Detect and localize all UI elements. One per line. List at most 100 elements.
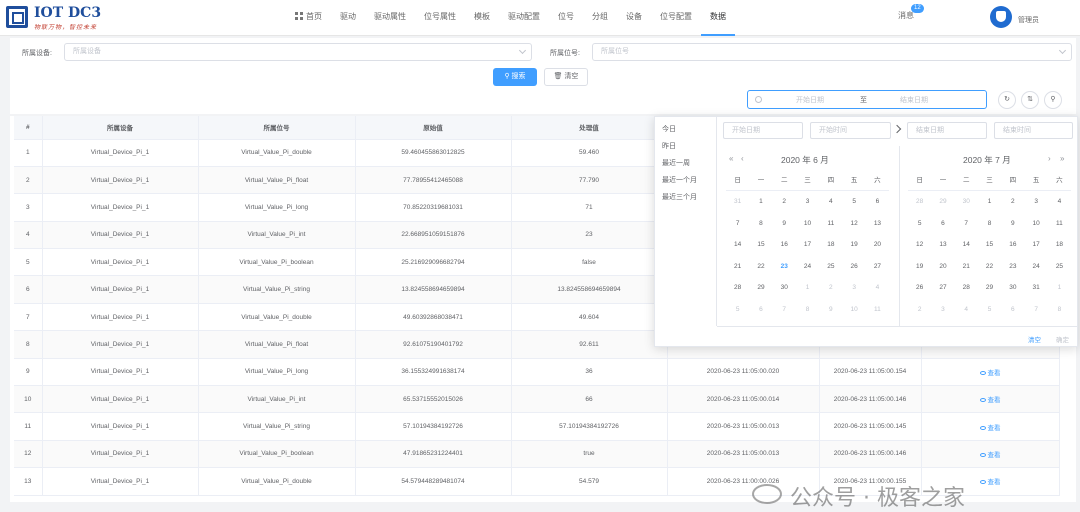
calendar-day[interactable]: 3: [842, 277, 865, 299]
nav-item-6[interactable]: 位号: [549, 0, 583, 36]
calendar-day[interactable]: 15: [978, 234, 1001, 256]
calendar-day[interactable]: 30: [773, 277, 796, 299]
point-select[interactable]: 所属位号: [592, 43, 1072, 61]
sort-button[interactable]: ⇅: [1021, 91, 1039, 109]
calendar-day[interactable]: 31: [1024, 277, 1047, 299]
calendar-day[interactable]: 29: [931, 191, 954, 213]
calendar-day[interactable]: 20: [866, 234, 889, 256]
start-date-input[interactable]: 开始日期: [723, 122, 803, 139]
calendar-day[interactable]: 14: [726, 234, 749, 256]
nav-item-9[interactable]: 位号配置: [651, 0, 701, 36]
calendar-day[interactable]: 2: [908, 299, 931, 321]
calendar-day[interactable]: 11: [866, 299, 889, 321]
prev-month-button[interactable]: ‹: [741, 154, 744, 163]
calendar-day[interactable]: 12: [842, 213, 865, 235]
calendar-day[interactable]: 1: [1048, 277, 1071, 299]
calendar-day[interactable]: 8: [1048, 299, 1071, 321]
table-cell[interactable]: 查看: [921, 385, 1060, 414]
calendar-day[interactable]: 3: [796, 191, 819, 213]
calendar-day[interactable]: 7: [955, 213, 978, 235]
calendar-day[interactable]: 5: [842, 191, 865, 213]
start-time-input[interactable]: 开始时间: [810, 122, 891, 139]
calendar-day[interactable]: 6: [931, 213, 954, 235]
calendar-day[interactable]: 21: [955, 256, 978, 278]
calendar-day[interactable]: 18: [819, 234, 842, 256]
calendar-day[interactable]: 28: [955, 277, 978, 299]
calendar-day[interactable]: 2: [773, 191, 796, 213]
next-year-button[interactable]: »: [1060, 154, 1064, 163]
calendar-day[interactable]: 6: [1001, 299, 1024, 321]
next-month-button[interactable]: ›: [1048, 154, 1051, 163]
calendar-day[interactable]: 9: [773, 213, 796, 235]
calendar-day[interactable]: 9: [1001, 213, 1024, 235]
calendar-day[interactable]: 6: [749, 299, 772, 321]
nav-item-0[interactable]: 首页: [286, 0, 331, 36]
calendar-day[interactable]: 5: [978, 299, 1001, 321]
picker-shortcut[interactable]: 昨日: [655, 138, 716, 155]
view-link[interactable]: 查看: [979, 452, 1001, 459]
device-select[interactable]: 所属设备: [64, 43, 532, 61]
calendar-day[interactable]: 24: [796, 256, 819, 278]
table-cell[interactable]: 查看: [921, 412, 1060, 441]
calendar-day[interactable]: 19: [842, 234, 865, 256]
user-avatar[interactable]: [990, 6, 1012, 28]
nav-item-4[interactable]: 模板: [465, 0, 499, 36]
clear-button[interactable]: 🗑 清空: [544, 68, 588, 86]
calendar-day[interactable]: 22: [749, 256, 772, 278]
nav-item-1[interactable]: 驱动: [331, 0, 365, 36]
view-link[interactable]: 查看: [979, 397, 1001, 404]
calendar-day[interactable]: 26: [842, 256, 865, 278]
calendar-day[interactable]: 20: [931, 256, 954, 278]
calendar-day[interactable]: 17: [796, 234, 819, 256]
calendar-day[interactable]: 1: [978, 191, 1001, 213]
picker-shortcut[interactable]: 最近一周: [655, 155, 716, 172]
app-logo[interactable]: IOT DC3 物联万物，智控未来: [6, 4, 126, 32]
calendar-day[interactable]: 16: [773, 234, 796, 256]
calendar-day[interactable]: 28: [908, 191, 931, 213]
calendar-day[interactable]: 29: [749, 277, 772, 299]
view-link[interactable]: 查看: [979, 479, 1001, 486]
calendar-day[interactable]: 24: [1024, 256, 1047, 278]
calendar-day[interactable]: 21: [726, 256, 749, 278]
calendar-day[interactable]: 7: [773, 299, 796, 321]
nav-item-2[interactable]: 驱动属性: [365, 0, 415, 36]
messages-link[interactable]: 消息 12: [898, 4, 924, 21]
calendar-day[interactable]: 3: [1024, 191, 1047, 213]
calendar-day[interactable]: 8: [796, 299, 819, 321]
table-cell[interactable]: 查看: [921, 358, 1060, 387]
calendar-day[interactable]: 25: [1048, 256, 1071, 278]
calendar-day[interactable]: 28: [726, 277, 749, 299]
end-date-input[interactable]: 结束日期: [907, 122, 987, 139]
calendar-day[interactable]: 23: [1001, 256, 1024, 278]
calendar-day[interactable]: 4: [819, 191, 842, 213]
calendar-day[interactable]: 26: [908, 277, 931, 299]
calendar-day[interactable]: 31: [726, 191, 749, 213]
calendar-day[interactable]: 4: [866, 277, 889, 299]
refresh-button[interactable]: ↻: [998, 91, 1016, 109]
picker-shortcut[interactable]: 最近三个月: [655, 189, 716, 206]
search-button[interactable]: ⚲ 搜索: [493, 68, 537, 86]
calendar-day[interactable]: 11: [1048, 213, 1071, 235]
calendar-day[interactable]: 10: [842, 299, 865, 321]
calendar-day[interactable]: 30: [955, 191, 978, 213]
nav-item-5[interactable]: 驱动配置: [499, 0, 549, 36]
calendar-day[interactable]: 8: [749, 213, 772, 235]
calendar-day[interactable]: 22: [978, 256, 1001, 278]
calendar-day[interactable]: 18: [1048, 234, 1071, 256]
calendar-day[interactable]: 15: [749, 234, 772, 256]
calendar-day[interactable]: 13: [931, 234, 954, 256]
picker-shortcut[interactable]: 今日: [655, 121, 716, 138]
calendar-day[interactable]: 25: [819, 256, 842, 278]
calendar-day[interactable]: 29: [978, 277, 1001, 299]
calendar-day[interactable]: 4: [955, 299, 978, 321]
calendar-day[interactable]: 6: [866, 191, 889, 213]
calendar-day[interactable]: 10: [1024, 213, 1047, 235]
user-name[interactable]: 管理员: [1018, 15, 1039, 25]
nav-item-3[interactable]: 位号属性: [415, 0, 465, 36]
view-link[interactable]: 查看: [979, 370, 1001, 377]
calendar-day[interactable]: 30: [1001, 277, 1024, 299]
nav-item-7[interactable]: 分组: [583, 0, 617, 36]
picker-confirm-button[interactable]: 确定: [1056, 334, 1069, 344]
search-toggle-button[interactable]: ⚲: [1044, 91, 1062, 109]
calendar-day[interactable]: 11: [819, 213, 842, 235]
